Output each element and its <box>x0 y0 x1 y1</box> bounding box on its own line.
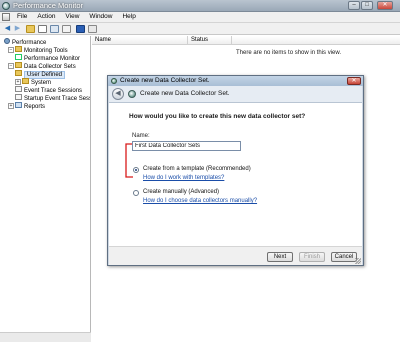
back-arrow-icon[interactable]: ◀ <box>3 25 12 33</box>
export-list-icon[interactable] <box>62 25 71 33</box>
chart-icon <box>15 54 22 60</box>
column-status[interactable]: Status <box>188 36 232 45</box>
report-icon <box>15 102 22 108</box>
tree-horizontal-scrollbar[interactable] <box>0 332 91 342</box>
menu-file[interactable]: File <box>13 12 31 20</box>
tree-node[interactable]: Startup Event Trace Sess <box>15 94 90 102</box>
forward-arrow-icon[interactable]: ▶ <box>13 25 22 33</box>
show-hide-tree-icon[interactable] <box>38 25 47 33</box>
dialog-title: Create new Data Collector Set. <box>120 77 210 84</box>
dialog-close-button[interactable]: ✕ <box>347 77 361 85</box>
create-data-collector-set-dialog: Create new Data Collector Set. ✕ ◀ Creat… <box>107 75 364 266</box>
tree-node[interactable]: + System <box>15 78 51 86</box>
minimize-button[interactable]: – <box>348 1 360 10</box>
templates-help-link[interactable]: How do I work with templates? <box>143 175 224 181</box>
column-name[interactable]: Name <box>92 36 188 45</box>
window-title: Performance Monitor <box>13 1 84 10</box>
manual-help-link[interactable]: How do I choose data collectors manually… <box>143 198 257 204</box>
performance-monitor-icon <box>2 2 10 10</box>
menu-window[interactable]: Window <box>85 12 116 20</box>
menu-bar: File Action View Window Help <box>0 12 400 23</box>
gear-icon <box>4 38 10 44</box>
show-action-pane-icon[interactable] <box>88 25 97 33</box>
system-menu-icon[interactable] <box>2 13 10 21</box>
menu-action[interactable]: Action <box>33 12 59 20</box>
wizard-question: How would you like to create this new da… <box>129 113 306 120</box>
wizard-back-button[interactable]: ◀ <box>112 88 124 100</box>
list-header: Name Status <box>92 36 400 45</box>
close-button[interactable]: ✕ <box>377 1 393 10</box>
folder-icon <box>15 46 22 52</box>
help-icon[interactable] <box>76 25 85 33</box>
collapse-icon[interactable]: − <box>8 63 14 69</box>
dialog-app-icon <box>111 78 117 84</box>
menu-help[interactable]: Help <box>118 12 139 20</box>
wizard-header: ◀ Create new Data Collector Set. <box>109 86 362 103</box>
next-button[interactable]: Next <box>267 252 293 262</box>
collapse-icon[interactable]: − <box>8 47 14 53</box>
wizard-footer: Next Finish Cancel <box>109 246 362 265</box>
cancel-button[interactable]: Cancel <box>331 252 357 262</box>
folder-icon <box>15 62 22 68</box>
navigation-tree: Performance − Monitoring Tools Performance … <box>0 36 91 342</box>
expand-icon[interactable]: + <box>8 103 14 109</box>
tree-node[interactable]: − Data Collector Sets <box>8 62 76 70</box>
up-folder-icon[interactable] <box>26 25 35 33</box>
finish-button[interactable]: Finish <box>299 252 325 262</box>
toolbar: ◀ ▶ <box>0 23 400 35</box>
expand-icon[interactable]: + <box>15 79 21 85</box>
dialog-titlebar: Create new Data Collector Set. ✕ <box>108 76 363 86</box>
folder-icon <box>15 70 22 76</box>
manual-radio[interactable] <box>133 190 139 196</box>
data-collector-icon <box>128 90 136 98</box>
red-annotation-mark <box>125 143 133 178</box>
empty-list-message: There are no items to show in this view. <box>236 50 342 56</box>
name-label: Name: <box>132 133 150 139</box>
tree-node[interactable]: + Reports <box>8 102 45 110</box>
tree-node-label: Reports <box>24 104 46 110</box>
template-radio[interactable] <box>133 167 139 173</box>
name-input[interactable] <box>132 141 241 151</box>
folder-icon <box>22 78 29 84</box>
tree-node[interactable]: Event Trace Sessions <box>15 86 82 94</box>
resize-grip-icon[interactable] <box>355 258 361 264</box>
properties-icon[interactable] <box>50 25 59 33</box>
trace-icon <box>15 94 22 100</box>
wizard-body: How would you like to create this new da… <box>109 103 362 246</box>
template-option-label[interactable]: Create from a template (Recommended) <box>143 166 251 172</box>
tree-node[interactable]: Performance Monitor <box>15 54 80 62</box>
tree-node[interactable]: User Defined <box>15 70 66 79</box>
maximize-button[interactable]: □ <box>361 1 373 10</box>
menu-view[interactable]: View <box>61 12 83 20</box>
window-titlebar: Performance Monitor – □ ✕ <box>0 0 400 12</box>
tree-node[interactable]: Performance <box>4 38 46 46</box>
trace-icon <box>15 86 22 92</box>
manual-option-label[interactable]: Create manually (Advanced) <box>143 189 219 195</box>
wizard-heading: Create new Data Collector Set. <box>140 90 230 97</box>
tree-node[interactable]: − Monitoring Tools <box>8 46 68 54</box>
